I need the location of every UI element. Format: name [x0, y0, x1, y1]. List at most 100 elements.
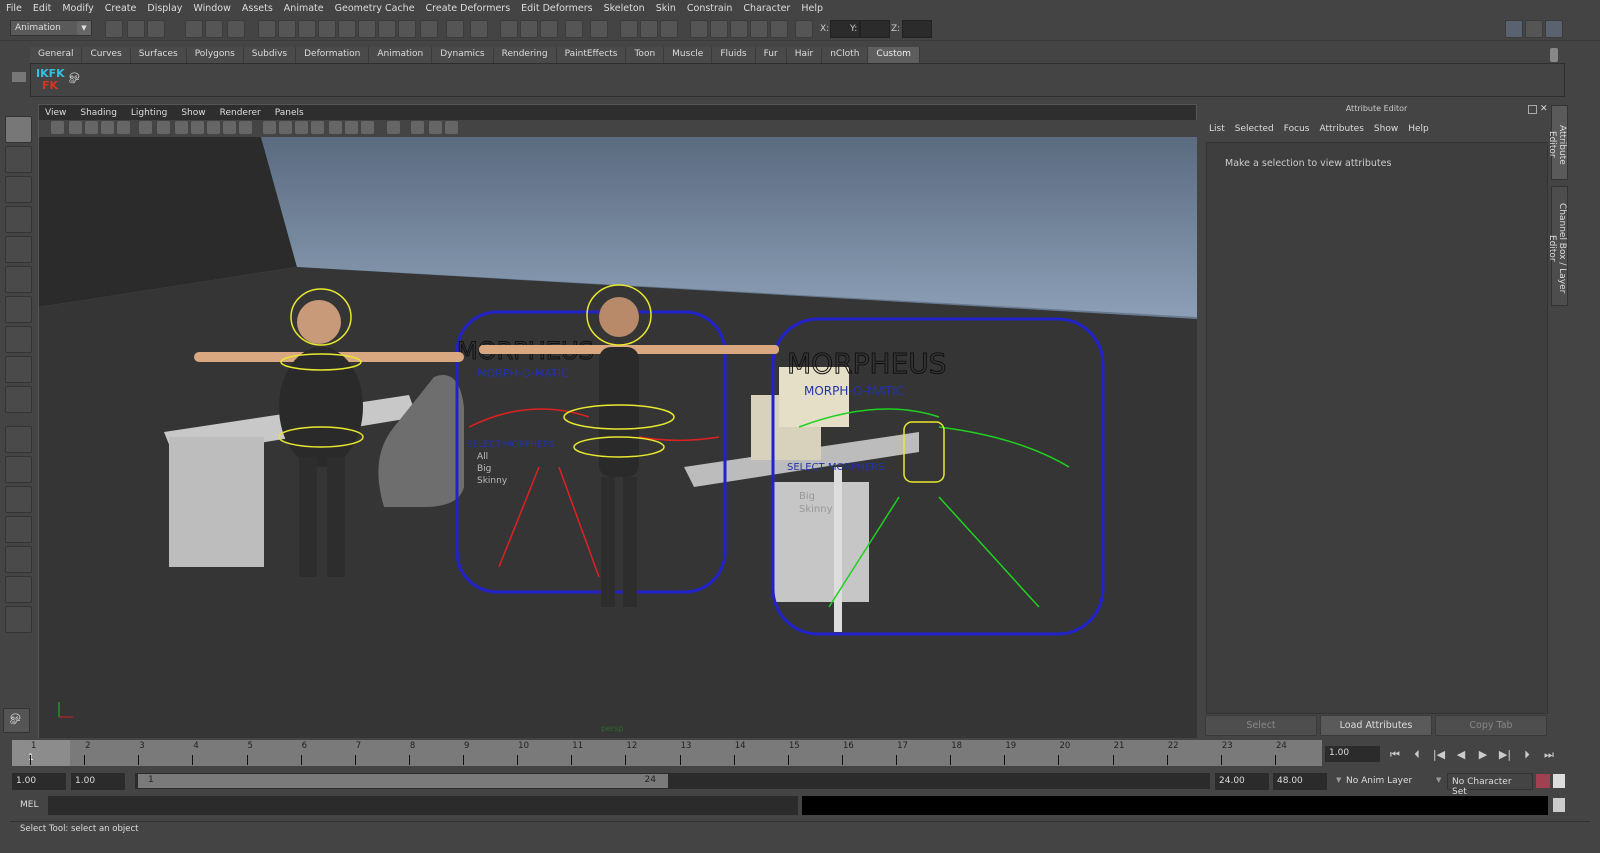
menu-edit-deformers[interactable]: Edit Deformers — [521, 3, 592, 14]
z-field[interactable] — [902, 20, 932, 38]
load-attributes-button[interactable]: Load Attributes — [1320, 715, 1432, 736]
show-manipulator-icon[interactable] — [5, 356, 32, 383]
status-tool-icon-11[interactable] — [338, 20, 356, 38]
four-view-layout-icon[interactable] — [5, 456, 32, 483]
attribute-editor-toggle-icon[interactable] — [1505, 20, 1523, 38]
status-tool-icon-2[interactable] — [127, 20, 145, 38]
tab-attribute-editor[interactable]: Attribute Editor — [1547, 105, 1568, 180]
soft-mod-icon[interactable] — [5, 326, 32, 353]
move-tool-icon[interactable] — [5, 206, 32, 233]
shelf-menu-icon[interactable] — [12, 72, 26, 82]
status-tool-icon-13[interactable] — [378, 20, 396, 38]
panel-tool-icon-4[interactable] — [101, 121, 114, 134]
character-set-dropdown[interactable]: No Character Set — [1447, 773, 1533, 797]
range-slider-handle[interactable]: 1 24 — [138, 774, 668, 788]
rotate-tool-icon[interactable] — [5, 236, 32, 263]
menu-create[interactable]: Create — [105, 3, 137, 14]
status-tool-icon-17[interactable] — [470, 20, 488, 38]
shelf-tab-muscle[interactable]: Muscle — [664, 47, 713, 63]
playback-end-field[interactable]: 24.00 — [1215, 773, 1269, 790]
trash-icon[interactable] — [1550, 48, 1558, 62]
graph-editor-layout-icon[interactable] — [5, 516, 32, 543]
layout-options-icon[interactable] — [5, 606, 32, 633]
shelf-tab-subdivs[interactable]: Subdivs — [243, 47, 297, 63]
status-tool-icon-25[interactable] — [660, 20, 678, 38]
status-tool-icon-24[interactable] — [640, 20, 658, 38]
shelf-tab-dynamics[interactable]: Dynamics — [432, 47, 494, 63]
menu-window[interactable]: Window — [193, 3, 230, 14]
status-tool-icon-23[interactable] — [620, 20, 638, 38]
panel-menu-lighting[interactable]: Lighting — [131, 108, 167, 118]
play-forward-icon[interactable]: ▶ — [1473, 746, 1493, 764]
panel-tool-icon-10[interactable] — [207, 121, 220, 134]
scale-tool-icon[interactable] — [5, 266, 32, 293]
shelf-tab-animation[interactable]: Animation — [369, 47, 433, 63]
status-tool-icon-19[interactable] — [520, 20, 538, 38]
panel-tool-icon-13[interactable] — [263, 121, 276, 134]
status-tool-icon-29[interactable] — [750, 20, 768, 38]
shelf-tab-rendering[interactable]: Rendering — [493, 47, 557, 63]
playback-start-field[interactable]: 1.00 — [71, 773, 125, 790]
status-tool-icon-1[interactable] — [105, 20, 123, 38]
status-tool-icon-30[interactable] — [770, 20, 788, 38]
script-editor-icon[interactable] — [1553, 798, 1565, 812]
viewport-panel[interactable]: View Shading Lighting Show Renderer Panels MO… — [38, 104, 1197, 738]
panel-tool-icon-23[interactable] — [445, 121, 458, 134]
shelf-tab-fur[interactable]: Fur — [755, 47, 787, 63]
status-tool-icon-10[interactable] — [318, 20, 336, 38]
panel-tool-icon-3[interactable] — [85, 121, 98, 134]
time-slider[interactable]: 1 12345678910111213141516171819202122232… — [12, 740, 1322, 766]
panel-tool-icon-15[interactable] — [295, 121, 308, 134]
menu-character[interactable]: Character — [743, 3, 790, 14]
menu-animate[interactable]: Animate — [284, 3, 324, 14]
status-tool-icon-5[interactable] — [205, 20, 223, 38]
panel-menu-shading[interactable]: Shading — [80, 108, 117, 118]
shelf-tab-deformation[interactable]: Deformation — [296, 47, 370, 63]
menu-display[interactable]: Display — [147, 3, 182, 14]
chevron-down-icon[interactable]: ▼ — [1336, 776, 1341, 784]
shelf-tab-ncloth[interactable]: nCloth — [822, 47, 869, 63]
copy-tab-button[interactable]: Copy Tab — [1435, 715, 1547, 736]
status-tool-icon-6[interactable] — [227, 20, 245, 38]
status-tool-icon-31[interactable] — [795, 20, 813, 38]
float-icon[interactable] — [1528, 105, 1537, 114]
status-tool-icon-16[interactable] — [446, 20, 464, 38]
tool-settings-toggle-icon[interactable] — [1525, 20, 1543, 38]
preferences-icon[interactable] — [1553, 774, 1565, 788]
shelf-tab-fluids[interactable]: Fluids — [712, 47, 756, 63]
panel-tool-icon-6[interactable] — [139, 121, 152, 134]
menu-modify[interactable]: Modify — [62, 3, 93, 14]
go-to-end-icon[interactable]: ⏭ — [1539, 746, 1559, 764]
script-icon[interactable]: ௐ — [69, 68, 83, 84]
ae-menu-show[interactable]: Show — [1374, 124, 1398, 134]
range-slider[interactable]: 1 24 — [135, 773, 1210, 789]
go-to-start-icon[interactable]: ⏮ — [1385, 746, 1405, 764]
panel-menu-renderer[interactable]: Renderer — [220, 108, 261, 118]
panel-tool-icon-22[interactable] — [429, 121, 442, 134]
end-time-field[interactable]: 48.00 — [1273, 773, 1327, 790]
panel-menu-show[interactable]: Show — [181, 108, 205, 118]
perspective-graph-layout-icon[interactable] — [5, 576, 32, 603]
status-tool-icon-22[interactable] — [590, 20, 608, 38]
status-tool-icon-27[interactable] — [710, 20, 728, 38]
menu-assets[interactable]: Assets — [242, 3, 273, 14]
hypershade-layout-icon[interactable] — [5, 546, 32, 573]
step-forward-key-icon[interactable]: ⏵ — [1517, 746, 1537, 764]
outliner-layout-icon[interactable] — [5, 486, 32, 513]
panel-tool-icon-2[interactable] — [69, 121, 82, 134]
menu-create-deformers[interactable]: Create Deformers — [426, 3, 511, 14]
status-tool-icon-14[interactable] — [398, 20, 416, 38]
lasso-tool-icon[interactable] — [5, 146, 32, 173]
panel-tool-icon-8[interactable] — [175, 121, 188, 134]
panel-tool-icon-12[interactable] — [239, 121, 252, 134]
menu-set-dropdown[interactable]: Animation ▼ — [10, 20, 92, 36]
ae-menu-attributes[interactable]: Attributes — [1319, 124, 1363, 134]
mel-input[interactable] — [48, 796, 798, 815]
status-tool-icon-4[interactable] — [185, 20, 203, 38]
panel-tool-icon-5[interactable] — [117, 121, 130, 134]
menu-help[interactable]: Help — [801, 3, 823, 14]
close-icon[interactable]: ✕ — [1540, 104, 1548, 114]
3d-scene[interactable]: MORPHEUS MORPH-O-MATIC SELECT MORPHERS A… — [39, 137, 1197, 738]
panel-tool-icon-9[interactable] — [191, 121, 204, 134]
panel-tool-icon-20[interactable] — [387, 121, 400, 134]
